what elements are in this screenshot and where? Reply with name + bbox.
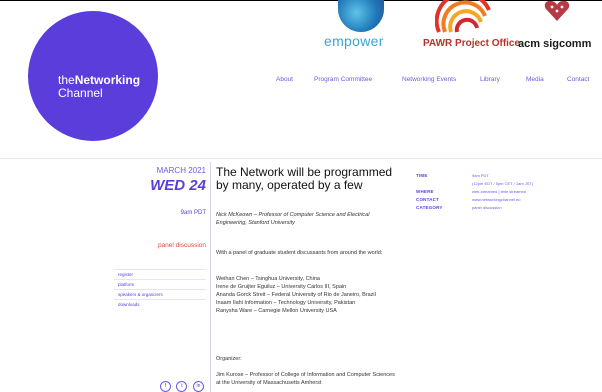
globe-icon	[338, 0, 384, 32]
brand-bold: Networking	[74, 73, 141, 87]
event-day: WED 24	[150, 177, 206, 194]
brand-line2: Channel	[58, 86, 103, 100]
section-divider	[0, 158, 602, 159]
panelist-list: Weihan Chen – Tsinghua University, China…	[216, 275, 398, 315]
event-speaker: Nick McKeown – Professor of Computer Sci…	[216, 212, 370, 226]
social-links: f t in	[160, 374, 205, 392]
event-intro: With a panel of graduate student discuss…	[216, 250, 383, 256]
pawr-logo[interactable]: PAWR Project Office	[423, 0, 528, 52]
facebook-icon[interactable]: f	[160, 381, 171, 392]
sidebar-link-downloads[interactable]: downloads	[114, 299, 206, 309]
event-time: 9am PDT	[180, 210, 206, 216]
event-month: MARCH 2021	[156, 166, 206, 175]
organizer-label: Organizer:	[216, 356, 242, 362]
list-item: Weihan Chen – Tsinghua University, China	[216, 276, 320, 282]
info-row-time: TIME 9am PDT	[416, 173, 596, 181]
info-row-time-extra: (12pm EDT / 5pm CET / 1am JST)	[416, 181, 596, 189]
info-value-contact[interactable]: www.networkingchannel.eu	[472, 197, 520, 202]
heart-network-icon	[544, 0, 570, 21]
signal-arcs-icon	[435, 0, 491, 33]
info-key-category: CATEGORY	[416, 205, 443, 210]
nav-program-committee[interactable]: Program Committee	[314, 76, 372, 83]
acm-wordmark: acm sigcomm	[518, 38, 592, 50]
info-key-where: WHERE	[416, 189, 434, 194]
info-key-time: TIME	[416, 173, 428, 178]
info-value-time-zones: (12pm EDT / 5pm CET / 1am JST)	[472, 181, 534, 186]
event-title: The Network will be programmed by many, …	[216, 165, 393, 192]
sidebar-link-register[interactable]: register	[114, 269, 206, 279]
info-row-where: WHERE web-streamed | time streamed	[416, 189, 596, 197]
site-logo[interactable]: theNetworking Channel	[58, 74, 140, 100]
info-value-category[interactable]: panel discussion	[472, 205, 502, 210]
empower-wordmark: empower	[324, 33, 384, 49]
organizer-text: Jim Kurose – Professor of College of Inf…	[216, 372, 395, 386]
nav-about[interactable]: About	[276, 76, 293, 83]
sidebar-link-speakers[interactable]: speakers & organizers	[114, 289, 206, 299]
linkedin-icon[interactable]: in	[192, 381, 204, 392]
event-type: panel discussion	[157, 242, 206, 249]
acm-sigcomm-logo[interactable]: acm sigcomm	[518, 0, 600, 52]
empower-logo[interactable]: empower	[322, 0, 400, 52]
info-key-contact: CONTACT	[416, 197, 440, 202]
info-value-time: 9am PDT	[472, 173, 489, 178]
nav-contact[interactable]: Contact	[567, 76, 589, 83]
sidebar-links: register platform speakers & organizers …	[114, 269, 206, 309]
sidebar-link-platform[interactable]: platform	[114, 279, 206, 289]
info-value-where[interactable]: web-streamed | time streamed	[472, 189, 526, 194]
event-info-table: TIME 9am PDT (12pm EDT / 5pm CET / 1am J…	[416, 173, 596, 213]
nav-networking-events[interactable]: Networking Events	[402, 76, 456, 83]
column-divider	[210, 162, 211, 392]
brand-prefix: the	[58, 73, 75, 87]
list-item: Inaam Ilahi Information – Technology Uni…	[216, 300, 356, 306]
list-item: Ananda Gorck Streit – Federal University…	[216, 292, 376, 298]
pawr-wordmark: PAWR Project Office	[423, 38, 521, 49]
nav-media[interactable]: Media	[526, 76, 544, 83]
nav-library[interactable]: Library	[480, 76, 500, 83]
info-row-contact: CONTACT www.networkingchannel.eu	[416, 197, 596, 205]
twitter-icon[interactable]: t	[176, 381, 188, 392]
list-item: Irene de Gruijter Eguiluz – University C…	[216, 284, 347, 290]
list-item: Ranysha Ware – Carnegie Mellon Universit…	[216, 308, 337, 314]
info-row-category: CATEGORY panel discussion	[416, 205, 596, 213]
